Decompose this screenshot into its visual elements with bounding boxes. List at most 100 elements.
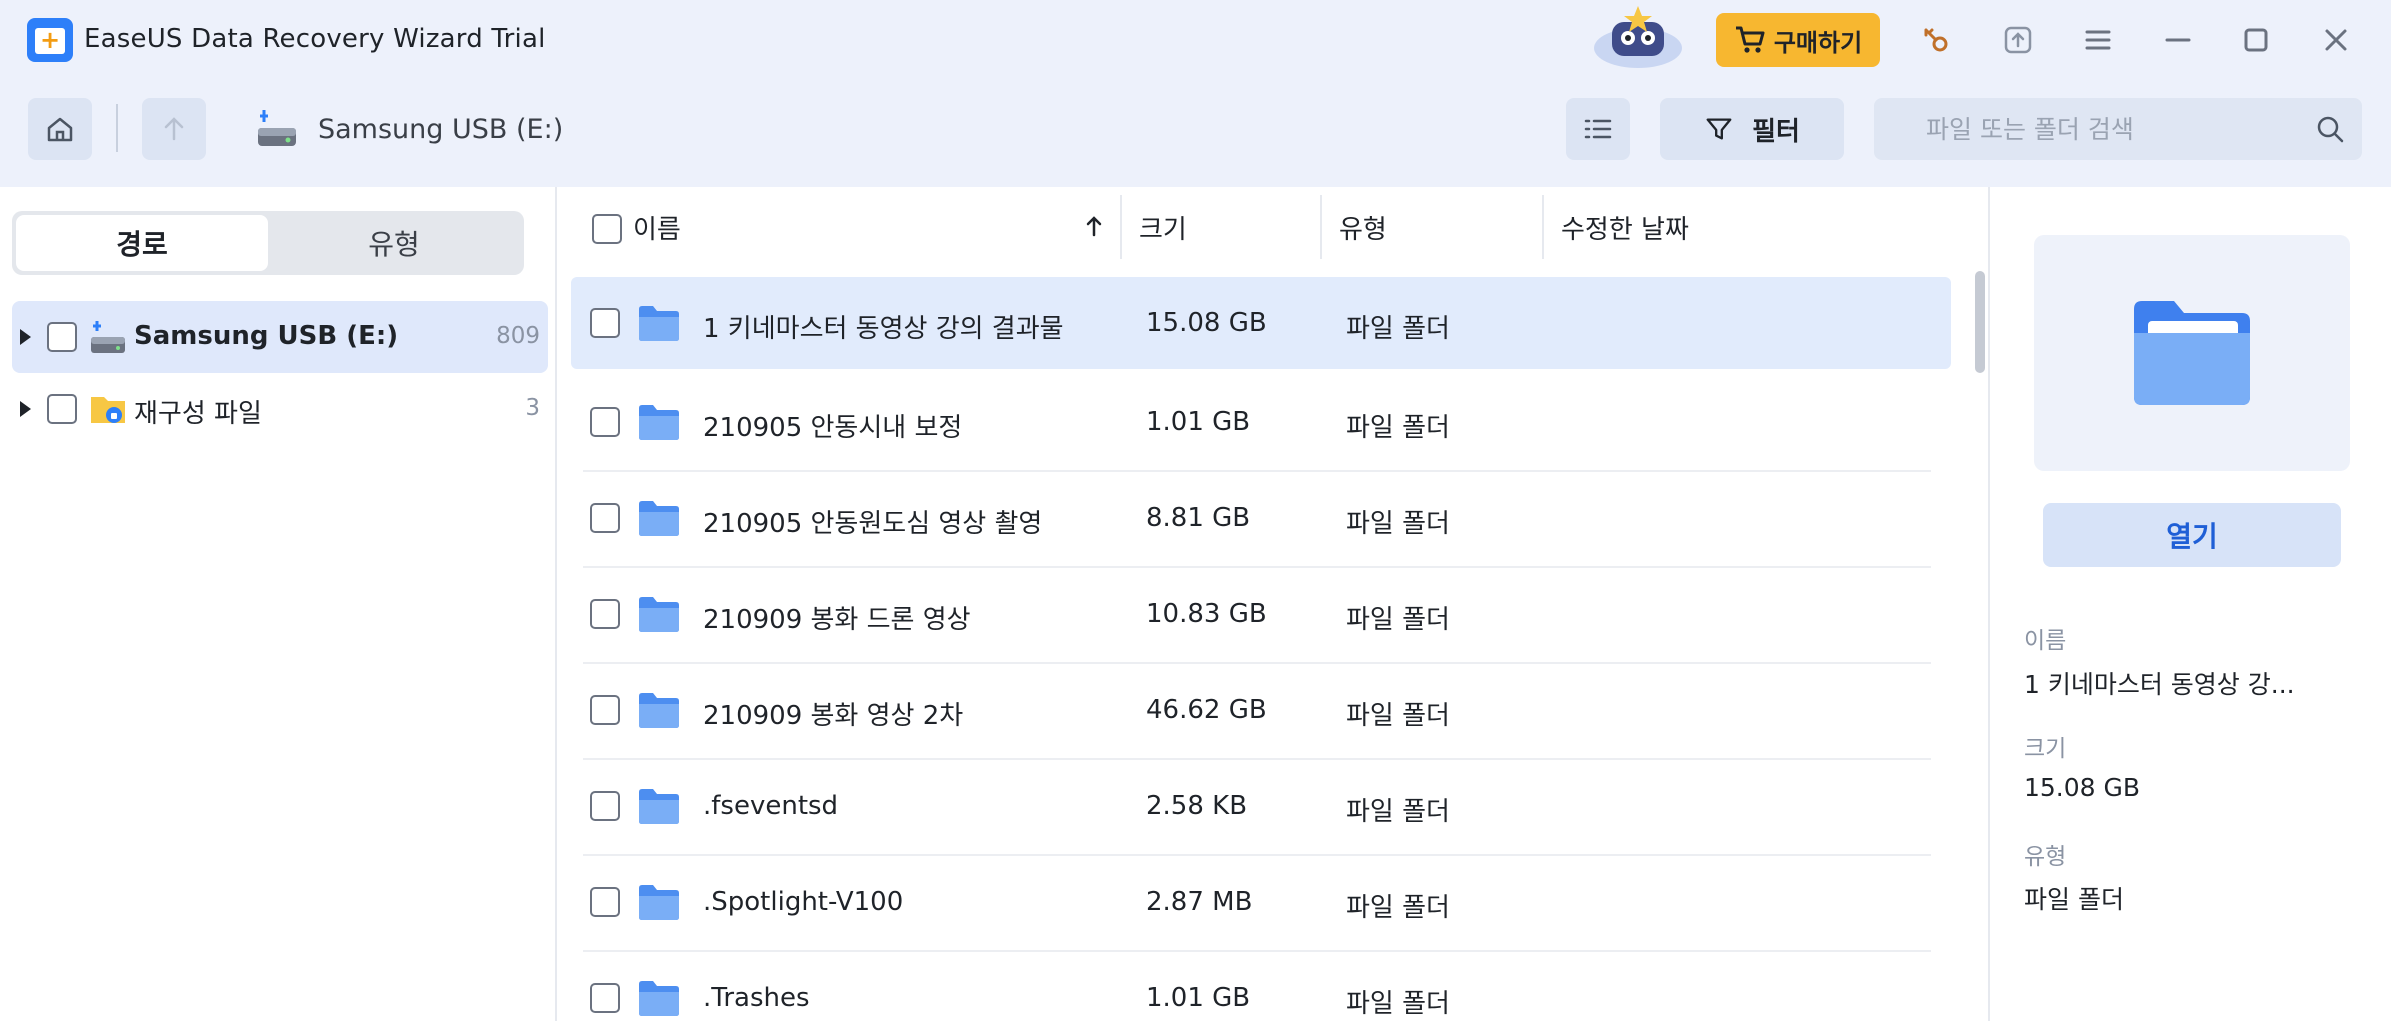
search-box bbox=[1874, 98, 2362, 160]
cell-type: 파일 폴더 bbox=[1346, 509, 1450, 539]
menu-icon[interactable] bbox=[2080, 22, 2116, 58]
table-row[interactable]: 210909 봉화 드론 영상 10.83 GB 파일 폴더 bbox=[571, 568, 1951, 664]
column-header-type[interactable]: 유형 bbox=[1339, 209, 1387, 246]
nav-divider bbox=[116, 104, 118, 152]
cell-size: 1.01 GB bbox=[1146, 983, 1251, 1013]
mascot-icon[interactable] bbox=[1590, 4, 1686, 70]
cell-type: 파일 폴더 bbox=[1346, 797, 1450, 827]
cell-name: 1 키네마스터 동영상 강의 결과물 bbox=[703, 314, 1064, 344]
cell-type: 파일 폴더 bbox=[1346, 413, 1450, 443]
left-panel: 경로 유형 Samsung USB (E:) 809 재구성 파일 3 bbox=[0, 187, 557, 1021]
usb-drive-icon bbox=[91, 321, 125, 353]
sort-ascending-icon[interactable] bbox=[1079, 211, 1109, 241]
tree-item-label: 재구성 파일 bbox=[134, 399, 262, 429]
cell-type: 파일 폴더 bbox=[1346, 314, 1450, 344]
tree-item-label: Samsung USB (E:) bbox=[134, 321, 399, 351]
usb-drive-icon bbox=[258, 110, 296, 146]
view-toggle-button[interactable] bbox=[1566, 98, 1630, 160]
expand-arrow-icon[interactable] bbox=[20, 401, 31, 417]
cell-size: 2.58 KB bbox=[1146, 791, 1248, 821]
details-panel: 열기 이름 1 키네마스터 동영상 강... 크기 15.08 GB 유형 파일… bbox=[1988, 187, 2391, 1021]
folder-icon bbox=[639, 597, 679, 632]
table-row[interactable]: 210909 봉화 영상 2차 46.62 GB 파일 폴더 bbox=[571, 664, 1951, 760]
column-header-modified[interactable]: 수정한 날짜 bbox=[1561, 209, 1689, 246]
folder-icon bbox=[639, 789, 679, 824]
home-button[interactable] bbox=[28, 98, 92, 160]
minimize-icon[interactable] bbox=[2160, 22, 2196, 58]
table-row[interactable]: .fseventsd 2.58 KB 파일 폴더 bbox=[571, 760, 1951, 856]
column-header-size[interactable]: 크기 bbox=[1139, 209, 1187, 246]
detail-type-value: 파일 폴더 bbox=[2024, 885, 2124, 914]
cell-size: 1.01 GB bbox=[1146, 407, 1251, 437]
cell-name: 210909 봉화 영상 2차 bbox=[703, 701, 964, 731]
key-icon[interactable] bbox=[1918, 22, 1954, 58]
cell-size: 46.62 GB bbox=[1146, 695, 1267, 725]
column-divider[interactable] bbox=[1120, 195, 1122, 259]
column-divider[interactable] bbox=[1542, 195, 1544, 259]
tab-type[interactable]: 유형 bbox=[268, 215, 520, 271]
buy-label: 구매하기 bbox=[1773, 28, 1863, 57]
expand-arrow-icon[interactable] bbox=[20, 329, 31, 345]
cell-size: 10.83 GB bbox=[1146, 599, 1267, 629]
column-divider[interactable] bbox=[1320, 195, 1322, 259]
row-checkbox[interactable] bbox=[590, 308, 620, 338]
cell-type: 파일 폴더 bbox=[1346, 893, 1450, 923]
column-header-name[interactable]: 이름 bbox=[633, 209, 681, 246]
close-icon[interactable] bbox=[2318, 22, 2354, 58]
row-checkbox[interactable] bbox=[590, 503, 620, 533]
tree-item-count: 3 bbox=[525, 395, 540, 421]
table-header: 이름 크기 유형 수정한 날짜 bbox=[559, 187, 1987, 267]
cell-type: 파일 폴더 bbox=[1346, 605, 1450, 635]
row-checkbox[interactable] bbox=[590, 695, 620, 725]
cell-type: 파일 폴더 bbox=[1346, 989, 1450, 1019]
tree-item-count: 809 bbox=[496, 323, 540, 349]
table-row[interactable]: 210905 안동시내 보정 1.01 GB 파일 폴더 bbox=[571, 376, 1951, 472]
detail-size-value: 15.08 GB bbox=[2024, 773, 2141, 802]
row-checkbox[interactable] bbox=[590, 983, 620, 1013]
folder-icon bbox=[639, 981, 679, 1016]
select-all-checkbox[interactable] bbox=[592, 214, 622, 244]
tree-checkbox[interactable] bbox=[47, 394, 77, 424]
table-row[interactable]: 210905 안동원도심 영상 촬영 8.81 GB 파일 폴더 bbox=[571, 472, 1951, 568]
detail-size-label: 크기 bbox=[2024, 736, 2067, 762]
detail-name-value: 1 키네마스터 동영상 강... bbox=[2024, 670, 2295, 699]
buy-button[interactable]: 구매하기 bbox=[1716, 13, 1880, 67]
arrow-up-icon bbox=[164, 117, 184, 141]
tree-checkbox[interactable] bbox=[47, 322, 77, 352]
folder-icon bbox=[639, 501, 679, 536]
open-button[interactable]: 열기 bbox=[2043, 503, 2341, 567]
folder-icon bbox=[639, 693, 679, 728]
breadcrumb[interactable]: Samsung USB (E:) bbox=[318, 114, 563, 145]
title-bar: EaseUS Data Recovery Wizard Trial 구매하기 bbox=[0, 0, 2391, 78]
maximize-icon[interactable] bbox=[2238, 22, 2274, 58]
search-input[interactable] bbox=[1874, 98, 2294, 160]
tree-item-samsung-usb[interactable]: Samsung USB (E:) 809 bbox=[12, 301, 548, 373]
upload-icon[interactable] bbox=[2000, 22, 2036, 58]
row-checkbox[interactable] bbox=[590, 791, 620, 821]
detail-name-label: 이름 bbox=[2024, 628, 2067, 654]
scrollbar-thumb[interactable] bbox=[1975, 271, 1985, 373]
table-body: 1 키네마스터 동영상 강의 결과물 15.08 GB 파일 폴더 210905… bbox=[559, 267, 1987, 1021]
detail-type-label: 유형 bbox=[2024, 844, 2067, 870]
cell-name: 210905 안동원도심 영상 촬영 bbox=[703, 509, 1043, 539]
row-checkbox[interactable] bbox=[590, 407, 620, 437]
filter-button[interactable]: 필터 bbox=[1660, 98, 1844, 160]
tab-path[interactable]: 경로 bbox=[16, 215, 268, 271]
cell-name: .Spotlight-V100 bbox=[703, 887, 904, 917]
table-row[interactable]: .Spotlight-V100 2.87 MB 파일 폴더 bbox=[571, 856, 1951, 952]
table-row[interactable]: .Trashes 1.01 GB 파일 폴더 bbox=[571, 952, 1951, 1021]
preview-area bbox=[2034, 235, 2350, 471]
search-icon[interactable] bbox=[2314, 113, 2346, 145]
cell-size: 15.08 GB bbox=[1146, 308, 1267, 338]
up-button[interactable] bbox=[142, 98, 206, 160]
row-checkbox[interactable] bbox=[590, 887, 620, 917]
folder-icon bbox=[639, 405, 679, 440]
home-icon bbox=[47, 117, 73, 142]
row-checkbox[interactable] bbox=[590, 599, 620, 629]
cell-type: 파일 폴더 bbox=[1346, 701, 1450, 731]
cell-name: .fseventsd bbox=[703, 791, 839, 821]
table-row[interactable]: 1 키네마스터 동영상 강의 결과물 15.08 GB 파일 폴더 bbox=[571, 277, 1951, 369]
app-title: EaseUS Data Recovery Wizard Trial bbox=[84, 24, 546, 54]
cell-size: 8.81 GB bbox=[1146, 503, 1251, 533]
tree-item-reconstructed-files[interactable]: 재구성 파일 3 bbox=[12, 373, 548, 445]
